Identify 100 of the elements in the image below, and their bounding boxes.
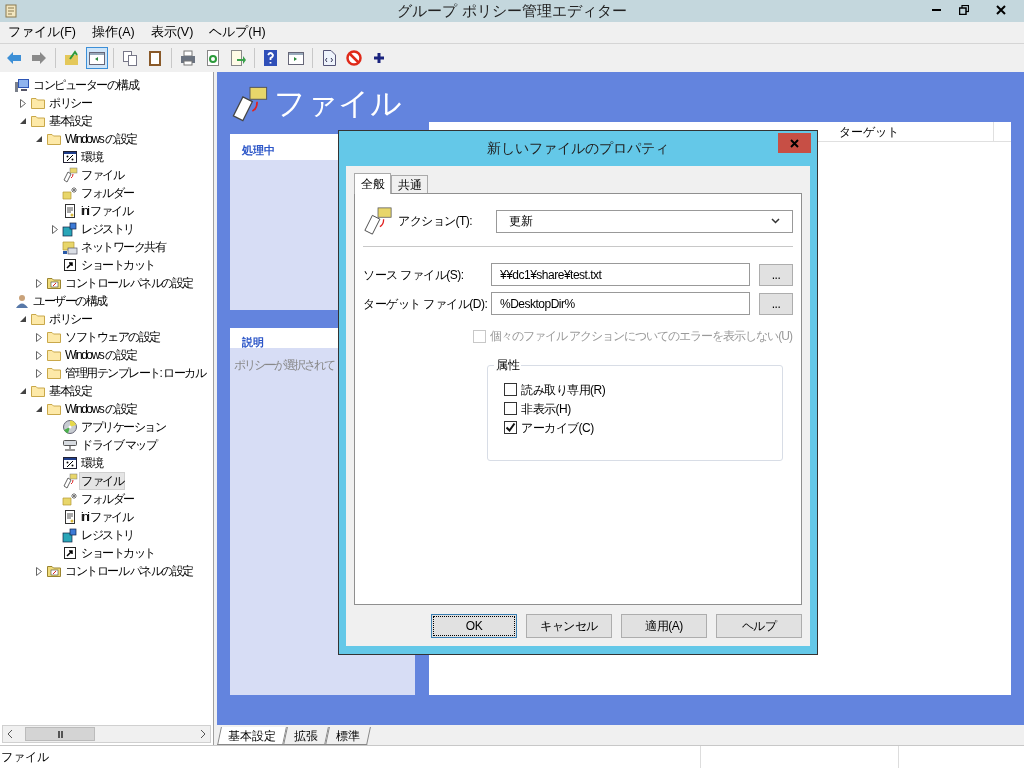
checkbox[interactable]	[504, 383, 517, 396]
folder-sparkle-icon	[62, 491, 78, 507]
dialog-button[interactable]: ヘルプ	[716, 614, 802, 638]
dialog-tab[interactable]: 全般	[354, 173, 391, 194]
console-tree-icon	[88, 49, 106, 67]
tree-item[interactable]: ファイル	[79, 472, 125, 490]
shared-folder-icon	[62, 239, 78, 255]
collapse-triangle-icon[interactable]	[19, 315, 27, 323]
view-tab[interactable]: 基本設定	[217, 727, 287, 745]
file-copy-icon	[62, 473, 78, 489]
collapse-triangle-icon[interactable]	[19, 117, 27, 125]
collapse-triangle-icon[interactable]	[35, 405, 43, 413]
browse-button[interactable]: ...	[759, 263, 793, 286]
group-title: 属性	[494, 356, 521, 374]
tree-item[interactable]: ソフトウェアの設定	[63, 328, 162, 346]
view-tab[interactable]: 拡張	[283, 727, 329, 745]
tree-item[interactable]: ショートカット	[79, 544, 157, 562]
collapse-triangle-icon[interactable]	[19, 387, 27, 395]
tree-item[interactable]: ショートカット	[79, 256, 157, 274]
dialog-button[interactable]: OK	[431, 614, 517, 638]
horizontal-scrollbar[interactable]	[2, 725, 211, 743]
tree-item[interactable]: アプリケーション	[79, 418, 167, 436]
collapse-triangle-icon[interactable]	[35, 135, 43, 143]
expand-triangle-icon[interactable]	[35, 332, 43, 342]
tree-item[interactable]: レジストリ	[79, 220, 136, 238]
tree-item[interactable]: Windows の設定	[63, 346, 139, 364]
scroll-thumb[interactable]	[25, 727, 95, 741]
tree-item[interactable]: ini ファイル	[79, 508, 135, 526]
folder-icon	[30, 383, 46, 399]
document-icon	[320, 49, 338, 67]
tree-item[interactable]: ポリシー	[47, 310, 93, 328]
ini-file-icon	[62, 509, 78, 525]
view-tab[interactable]: 標準	[325, 727, 371, 745]
tree-item[interactable]: 環境	[79, 148, 104, 166]
percent-window-icon	[62, 455, 78, 471]
tree-item[interactable]: フォルダー	[79, 490, 136, 508]
dialog-tab[interactable]: 共通	[391, 175, 428, 193]
checkbox[interactable]	[504, 421, 517, 434]
scroll-icon	[3, 3, 19, 19]
forward-arrow-icon	[30, 49, 48, 67]
disc-icon	[62, 419, 78, 435]
menu-item[interactable]: 表示(V)	[142, 23, 202, 42]
expand-triangle-icon[interactable]	[35, 278, 43, 288]
percent-window-icon	[62, 149, 78, 165]
expand-triangle-icon[interactable]	[35, 566, 43, 576]
tree-item[interactable]: ドライブ マップ	[79, 436, 159, 454]
field-label: ターゲット ファイル(D):	[363, 295, 489, 313]
tree-item[interactable]: ユーザーの構成	[31, 292, 109, 310]
path-field[interactable]: ¥¥dc1¥share¥test.txt	[491, 263, 750, 286]
computer-icon	[14, 77, 30, 93]
tree-item[interactable]: Windows の設定	[63, 400, 139, 418]
tree-item[interactable]: 基本設定	[47, 382, 93, 400]
expand-triangle-icon[interactable]	[51, 224, 59, 234]
tree-item[interactable]: コンピューターの構成	[31, 76, 140, 94]
tree-item[interactable]: ポリシー	[47, 94, 93, 112]
tree-item[interactable]: Windows の設定	[63, 130, 139, 148]
folder-icon	[30, 95, 46, 111]
dialog-button[interactable]: キャンセル	[526, 614, 612, 638]
window-title: グループ ポリシー管理エディター	[397, 0, 627, 21]
file-copy-icon	[62, 167, 78, 183]
tree-item[interactable]: コントロール パネルの設定	[63, 562, 195, 580]
export-list-icon	[229, 49, 247, 67]
close-icon	[995, 5, 1006, 15]
registry-cubes-icon	[62, 221, 78, 237]
registry-cubes-icon	[62, 527, 78, 543]
tree-item[interactable]: コントロール パネルの設定	[63, 274, 195, 292]
action-dropdown[interactable]: 更新	[496, 209, 793, 233]
tree-item[interactable]: 基本設定	[47, 112, 93, 130]
dialog-button[interactable]: 適用(A)	[621, 614, 707, 638]
folder-up-icon	[63, 49, 81, 67]
chevron-down-icon	[771, 218, 780, 224]
folder-icon	[30, 113, 46, 129]
section-heading: ファイル	[274, 84, 402, 123]
folder-icon	[30, 311, 46, 327]
copy-icon	[121, 49, 139, 67]
tree-item[interactable]: フォルダー	[79, 184, 136, 202]
expand-triangle-icon[interactable]	[35, 350, 43, 360]
toolbar-button[interactable]	[86, 47, 108, 69]
checkbox-label: 個々のファイル アクションについてのエラーを表示しない(U)	[490, 328, 792, 345]
tree-item[interactable]: ini ファイル	[79, 202, 135, 220]
tree-item[interactable]: ネットワーク共有	[79, 238, 167, 256]
action-pane-icon	[287, 49, 305, 67]
tree-item[interactable]: ファイル	[79, 166, 125, 184]
network-drive-icon	[62, 437, 78, 453]
field-label: アクション(T):	[398, 213, 474, 230]
checkbox[interactable]	[504, 402, 517, 415]
folder-icon	[46, 347, 62, 363]
tree-item[interactable]: 管理用テンプレート: ローカル	[63, 364, 208, 382]
checkbox-label: 非表示(H)	[521, 400, 571, 418]
menu-item[interactable]: ファイル(F)	[0, 23, 84, 42]
control-panel-folder-icon	[46, 275, 62, 291]
menu-item[interactable]: 操作(A)	[83, 23, 143, 42]
path-field[interactable]: %DesktopDir%	[491, 292, 750, 315]
tree-item[interactable]: レジストリ	[79, 526, 136, 544]
tree-item[interactable]: 環境	[79, 454, 104, 472]
browse-button[interactable]: ...	[759, 292, 793, 315]
expand-triangle-icon[interactable]	[35, 368, 43, 378]
menu-item[interactable]: ヘルプ(H)	[201, 23, 274, 42]
column-header[interactable]: ターゲット	[834, 122, 994, 141]
expand-triangle-icon[interactable]	[19, 98, 27, 108]
